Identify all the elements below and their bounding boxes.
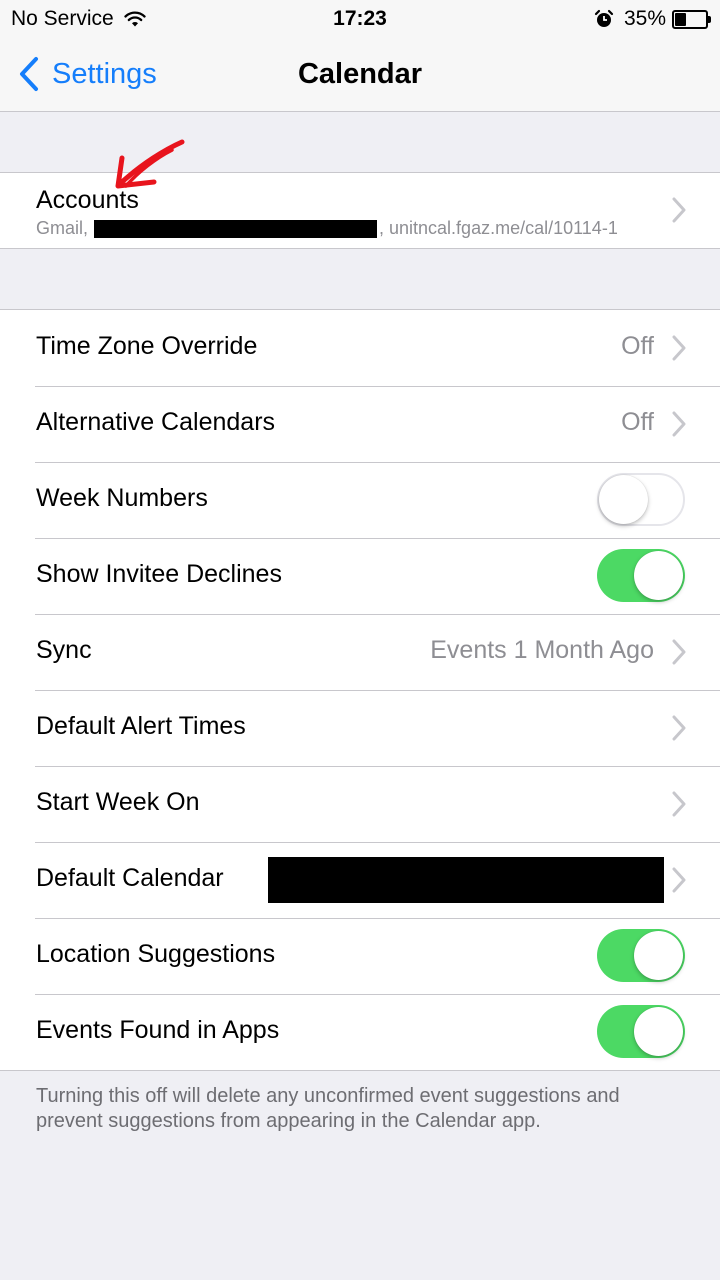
battery-icon <box>672 9 711 29</box>
toggle-knob <box>599 475 648 524</box>
row-value: Events 1 Month Ago <box>430 636 654 664</box>
accounts-detail-prefix: Gmail, <box>36 218 89 238</box>
row-label: Show Invitee Declines <box>36 560 282 588</box>
location-suggestions-toggle[interactable] <box>597 929 685 982</box>
row-label: Location Suggestions <box>36 940 276 968</box>
row-label: Start Week On <box>36 788 200 816</box>
calendar-settings-group: Time Zone Override Off Alternative Calen… <box>0 309 720 1071</box>
status-bar: No Service 17:23 35% <box>0 0 720 38</box>
time-zone-override-row[interactable]: Time Zone Override Off <box>0 310 720 386</box>
chevron-right-icon <box>672 715 686 741</box>
battery-percent: 35% <box>623 7 666 30</box>
row-label: Week Numbers <box>36 484 208 512</box>
row-label: Default Calendar <box>36 864 224 892</box>
row-label: Events Found in Apps <box>36 1016 280 1044</box>
accounts-detail: Gmail, , unitncal.fgaz.me/cal/10114-1 <box>36 218 618 239</box>
chevron-right-icon <box>672 335 686 361</box>
location-suggestions-row: Location Suggestions <box>0 918 720 994</box>
redaction-bar <box>268 857 664 903</box>
alternative-calendars-row[interactable]: Alternative Calendars Off <box>0 386 720 462</box>
row-label: Sync <box>36 636 92 664</box>
events-found-in-apps-toggle[interactable] <box>597 1005 685 1058</box>
start-week-on-row[interactable]: Start Week On <box>0 766 720 842</box>
week-numbers-toggle[interactable] <box>597 473 685 526</box>
row-label: Default Alert Times <box>36 712 246 740</box>
chevron-right-icon <box>672 197 686 223</box>
show-invitee-declines-toggle[interactable] <box>597 549 685 602</box>
alarm-icon <box>594 9 614 27</box>
chevron-right-icon <box>672 411 686 437</box>
show-invitee-declines-row: Show Invitee Declines <box>0 538 720 614</box>
default-calendar-row[interactable]: Default Calendar <box>0 842 720 918</box>
footer-note: Turning this off will delete any unconfi… <box>36 1085 620 1132</box>
chevron-right-icon <box>672 867 686 893</box>
events-found-in-apps-row: Events Found in Apps <box>0 994 720 1070</box>
default-alert-times-row[interactable]: Default Alert Times <box>0 690 720 766</box>
toggle-knob <box>634 1007 683 1056</box>
status-right: 35% <box>594 7 711 31</box>
row-value: Off <box>621 332 654 360</box>
accounts-detail-suffix: , unitncal.fgaz.me/cal/10114-1 <box>379 218 618 238</box>
toggle-knob <box>634 931 683 980</box>
accounts-group: Accounts Gmail, , unitncal.fgaz.me/cal/1… <box>0 172 720 249</box>
toggle-knob <box>634 551 683 600</box>
row-value: Off <box>621 408 654 436</box>
chevron-right-icon <box>672 639 686 665</box>
chevron-right-icon <box>672 791 686 817</box>
annotation-arrow-icon <box>115 139 185 189</box>
page-title: Calendar <box>297 58 423 90</box>
redaction-bar <box>94 219 378 238</box>
row-label: Time Zone Override <box>36 332 258 360</box>
battery-fill <box>675 12 687 26</box>
row-label: Alternative Calendars <box>36 408 276 436</box>
sync-row[interactable]: Sync Events 1 Month Ago <box>0 614 720 690</box>
navigation-bar: Settings Calendar <box>0 38 720 112</box>
week-numbers-row: Week Numbers <box>0 462 720 538</box>
accounts-row[interactable]: Accounts Gmail, , unitncal.fgaz.me/cal/1… <box>0 173 720 248</box>
